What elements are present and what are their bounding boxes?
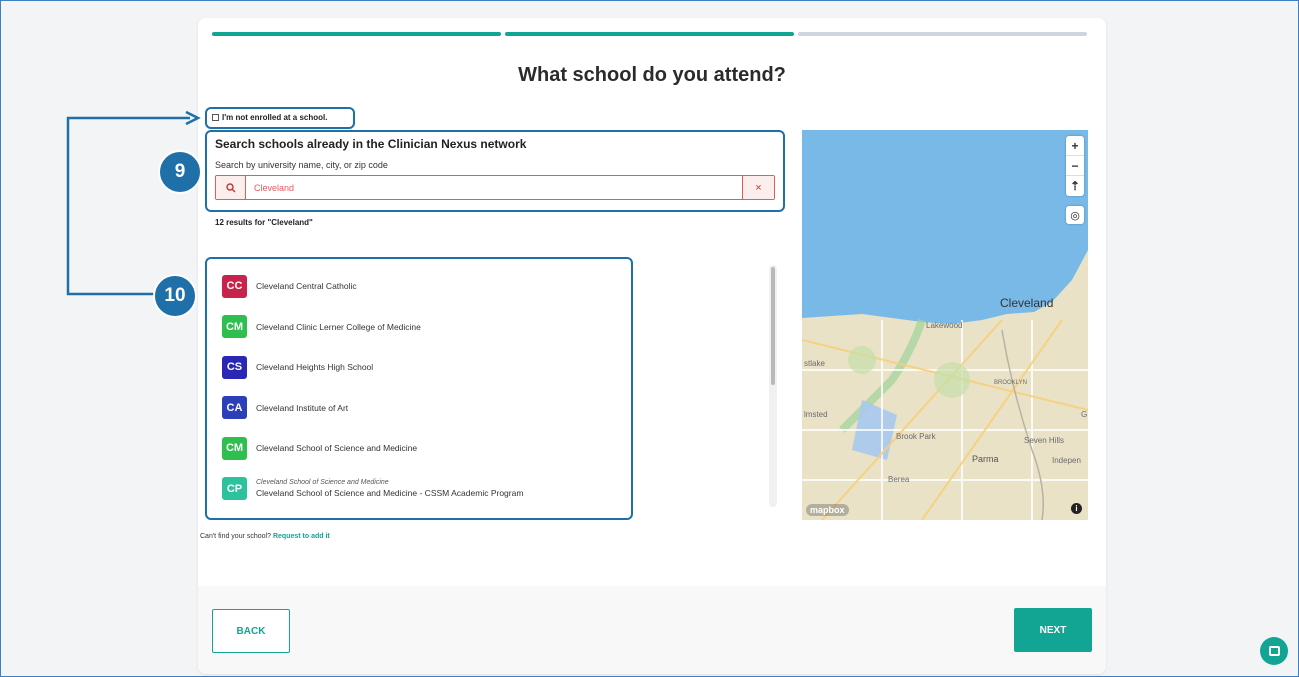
chat-widget-button[interactable] (1260, 637, 1288, 665)
compass-button[interactable]: ⇡ (1066, 176, 1084, 196)
school-result-item[interactable]: CA Cleveland Institute of Art (222, 388, 762, 429)
map-label-westlake: stlake (804, 359, 825, 368)
cant-find-school: Can't find your school? Request to add i… (200, 533, 330, 540)
school-name: Cleveland Central Catholic (256, 281, 357, 292)
progress-step-3 (798, 32, 1087, 36)
school-initials-badge: CA (222, 396, 247, 420)
school-initials-badge: CM (222, 315, 247, 339)
school-name-block: Cleveland School of Science and Medicine (256, 443, 417, 453)
school-result-item[interactable]: CM Cleveland Clinic Lerner College of Med… (222, 307, 762, 348)
map-label-olmsted: lmsted (804, 410, 828, 419)
school-result-item[interactable]: CM Cleveland School of Science and Medici… (222, 428, 762, 469)
map-label-cleveland: Cleveland (1000, 296, 1054, 310)
map-label-g: G (1081, 410, 1088, 419)
school-result-item[interactable]: CS Cleveland Heights High School (222, 347, 762, 388)
school-search-input[interactable] (246, 176, 742, 199)
school-initials-badge: CP (222, 477, 247, 501)
next-button[interactable]: NEXT (1014, 608, 1092, 652)
map-label-brook-park: Brook Park (896, 432, 936, 441)
school-result-item[interactable]: CP Cleveland School of Science and Medici… (222, 469, 762, 510)
card-footer: BACK NEXT (198, 586, 1106, 674)
search-icon[interactable] (216, 176, 246, 199)
zoom-out-button[interactable]: − (1066, 156, 1084, 176)
school-result-item[interactable]: CC Cleveland Central Catholic (222, 266, 762, 307)
school-name: Cleveland Institute of Art (256, 402, 349, 413)
geolocate-button[interactable]: ◎ (1066, 206, 1084, 224)
map-label-lakewood: Lakewood (926, 321, 963, 330)
progress-bar (212, 32, 1087, 36)
map-label-brooklyn: BROOKLYN (994, 380, 1027, 386)
school-initials-badge: CC (222, 274, 247, 298)
request-add-school-link[interactable]: Request to add it (273, 533, 330, 540)
school-name-block: Cleveland Clinic Lerner College of Medic… (256, 322, 421, 332)
school-name-block: Cleveland Institute of Art (256, 403, 348, 413)
annotation-arrow (66, 110, 201, 296)
map-label-seven-hills: Seven Hills (1024, 436, 1065, 445)
progress-step-1 (212, 32, 501, 36)
step-9-marker: 9 (158, 150, 202, 194)
school-results-list: CC Cleveland Central Catholic CM Cleveland … (222, 266, 762, 509)
school-name-block: Cleveland Central Catholic (256, 281, 357, 291)
results-scrollbar[interactable] (769, 265, 777, 507)
school-name: Cleveland School of Science and Medicine (256, 443, 418, 454)
chat-icon (1268, 646, 1280, 656)
step-10-marker: 10 (153, 274, 197, 318)
back-button[interactable]: BACK (212, 609, 290, 653)
progress-step-2 (505, 32, 794, 36)
map-zoom-controls: + − ⇡ (1066, 136, 1084, 196)
school-name: Cleveland School of Science and Medicine… (256, 488, 524, 499)
not-enrolled-label: I'm not enrolled at a school. (222, 113, 328, 122)
school-name-block: Cleveland Heights High School (256, 362, 373, 372)
school-name-block: Cleveland School of Science and Medicine… (256, 479, 523, 498)
school-name: Cleveland Heights High School (256, 362, 374, 373)
map-label-independence: Indepen (1052, 456, 1081, 465)
scrollbar-thumb[interactable] (771, 267, 775, 385)
clear-search-icon[interactable]: × (742, 176, 774, 199)
search-subheading: Search by university name, city, or zip … (215, 160, 388, 170)
school-parent-name: Cleveland School of Science and Medicine (256, 479, 389, 487)
checkbox-box[interactable] (212, 114, 219, 121)
cant-find-text: Can't find your school? (200, 533, 271, 540)
school-name: Cleveland Clinic Lerner College of Medic… (256, 321, 421, 332)
school-map[interactable]: + − ⇡ ◎ Cleveland Lakewood stlake BROOKL… (802, 130, 1088, 520)
page-title: What school do you attend? (518, 64, 786, 86)
not-enrolled-checkbox[interactable]: I'm not enrolled at a school. (212, 113, 327, 122)
search-heading: Search schools already in the Clinician … (215, 137, 527, 151)
school-initials-badge: CM (222, 436, 247, 460)
school-search-box: × (215, 175, 775, 200)
mapbox-logo[interactable]: mapbox (806, 504, 849, 516)
onboarding-card: What school do you attend? I'm not enrol… (198, 18, 1106, 674)
zoom-in-button[interactable]: + (1066, 136, 1084, 156)
map-info-icon[interactable]: i (1071, 503, 1082, 514)
school-initials-badge: CS (222, 355, 247, 379)
map-label-berea: Berea (888, 475, 910, 484)
results-count: 12 results for "Cleveland" (215, 218, 313, 227)
map-label-parma: Parma (972, 454, 999, 464)
